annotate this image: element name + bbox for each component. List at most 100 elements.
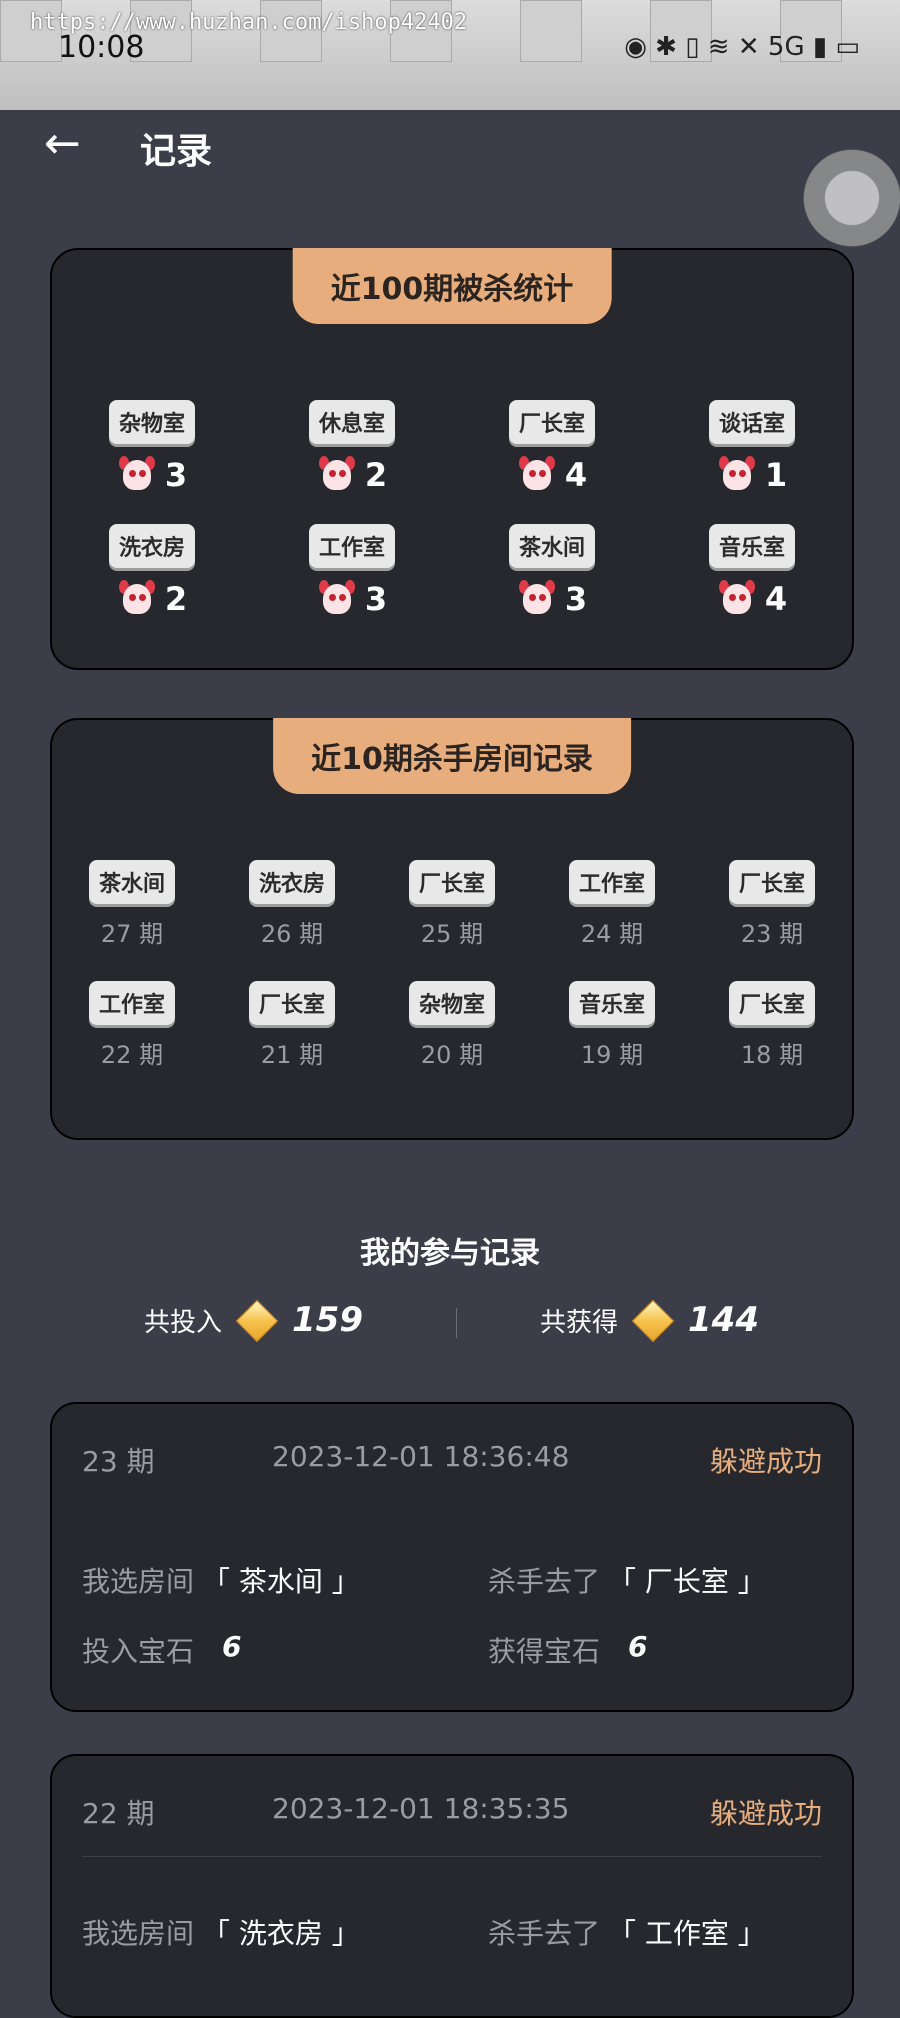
room-chip: 厂长室: [508, 400, 595, 444]
killer-room-item: 厂长室 18 期: [692, 981, 852, 1070]
earned-gems-label: 获得宝石: [488, 1635, 601, 1668]
killer-room-label: 杀手去了: [488, 1917, 601, 1950]
killer-room-value: 「 工作室 」: [608, 1917, 766, 1950]
status-time: 10:08: [58, 30, 145, 65]
room-chip: 洗衣房: [108, 524, 195, 568]
room-chip: 休息室: [308, 400, 395, 444]
invested-gems-value: 6: [222, 1630, 242, 1663]
page-title: 记录: [140, 131, 213, 172]
my-room-value: 「 茶水间 」: [202, 1565, 360, 1598]
killer-room-item: 厂长室 23 期: [692, 860, 852, 949]
plant-decoration-icon: [780, 120, 900, 250]
record-card[interactable]: 23 期 2023-12-01 18:36:48 躲避成功 我选房间 「 茶水间…: [50, 1402, 854, 1712]
skull-icon: [117, 456, 157, 494]
kill-stat-item: 音乐室 4: [652, 524, 852, 618]
record-result: 躲避成功: [709, 1445, 822, 1478]
record-result: 躲避成功: [709, 1797, 822, 1830]
room-chip: 厂长室: [248, 981, 335, 1025]
record-divider: [82, 1856, 822, 1857]
total-invested-label: 共投入: [144, 1307, 223, 1338]
kill-stats-title: 近100期被杀统计: [292, 248, 612, 324]
total-invested-value: 159: [292, 1300, 363, 1340]
totals-row: 共投入 159 共获得 144: [0, 1299, 900, 1350]
kill-stat-item: 谈话室 1: [652, 400, 852, 494]
skull-icon: [117, 580, 157, 618]
period-label: 27 期: [100, 920, 164, 948]
period-label: 19 期: [580, 1041, 644, 1069]
kill-stats-grid: 杂物室 3 休息室 2 厂长室 4 谈话室 1 洗衣房 2 工作室 3 茶水间 …: [52, 400, 852, 618]
my-room-label: 我选房间: [82, 1565, 195, 1598]
room-chip: 杂物室: [408, 981, 495, 1025]
killer-room-value: 「 厂长室 」: [608, 1565, 766, 1598]
room-chip: 杂物室: [108, 400, 195, 444]
killer-room-item: 茶水间 27 期: [52, 860, 212, 949]
earned-gems-value: 6: [628, 1630, 648, 1663]
record-time: 2023-12-01 18:35:35: [272, 1792, 570, 1825]
total-earned: 共获得 144: [540, 1299, 759, 1343]
killer-rooms-card: 近10期杀手房间记录 茶水间 27 期 洗衣房 26 期 厂长室 25 期 工作室 24…: [50, 718, 854, 1140]
room-chip: 茶水间: [508, 524, 595, 568]
my-records-title: 我的参与记录: [360, 1236, 540, 1271]
kill-stats-card: 近100期被杀统计 杂物室 3 休息室 2 厂长室 4 谈话室 1 洗衣房 2 …: [50, 248, 854, 670]
killer-room-item: 音乐室 19 期: [532, 981, 692, 1070]
kill-count: 4: [564, 456, 588, 494]
period-label: 26 期: [260, 920, 324, 948]
period-label: 23 期: [740, 920, 804, 948]
kill-stat-item: 厂长室 4: [452, 400, 652, 494]
room-chip: 厂长室: [728, 860, 815, 904]
skull-icon: [517, 456, 557, 494]
killer-rooms-title: 近10期杀手房间记录: [273, 718, 631, 794]
period-label: 21 期: [260, 1041, 324, 1069]
skull-icon: [317, 580, 357, 618]
room-chip: 洗衣房: [248, 860, 335, 904]
room-chip: 厂长室: [408, 860, 495, 904]
kill-stat-item: 工作室 3: [252, 524, 452, 618]
room-chip: 音乐室: [708, 524, 795, 568]
skull-icon: [717, 580, 757, 618]
skull-icon: [717, 456, 757, 494]
gem-icon: [235, 1299, 279, 1343]
period-label: 22 期: [100, 1041, 164, 1069]
killer-room-item: 厂长室 21 期: [212, 981, 372, 1070]
killer-room-item: 厂长室 25 期: [372, 860, 532, 949]
room-chip: 工作室: [308, 524, 395, 568]
watermark-url: https://www.huzhan.com/ishop42402: [30, 10, 468, 35]
period-label: 20 期: [420, 1041, 484, 1069]
total-invested: 共投入 159: [144, 1299, 363, 1343]
record-card[interactable]: 22 期 2023-12-01 18:35:35 躲避成功 我选房间 「 洗衣房…: [50, 1754, 854, 2018]
kill-stat-item: 茶水间 3: [452, 524, 652, 618]
record-time: 2023-12-01 18:36:48: [272, 1440, 570, 1473]
skull-icon: [317, 456, 357, 494]
killer-room-item: 洗衣房 26 期: [212, 860, 372, 949]
period-label: 18 期: [740, 1041, 804, 1069]
kill-count: 3: [364, 580, 388, 618]
record-period: 23 期: [82, 1445, 155, 1478]
total-earned-label: 共获得: [540, 1307, 619, 1338]
killer-rooms-grid: 茶水间 27 期 洗衣房 26 期 厂长室 25 期 工作室 24 期 厂长室 23 期 …: [52, 860, 852, 1070]
total-earned-value: 144: [688, 1300, 759, 1340]
totals-divider: [456, 1308, 457, 1338]
room-chip: 厂长室: [728, 981, 815, 1025]
kill-count: 3: [164, 456, 188, 494]
my-room-label: 我选房间: [82, 1917, 195, 1950]
kill-count: 4: [764, 580, 788, 618]
invested-gems-label: 投入宝石: [82, 1635, 195, 1668]
period-label: 25 期: [420, 920, 484, 948]
header-bar: [0, 110, 900, 190]
my-room-value: 「 洗衣房 」: [202, 1917, 360, 1950]
kill-stat-item: 洗衣房 2: [52, 524, 252, 618]
kill-count: 3: [564, 580, 588, 618]
back-arrow-icon[interactable]: ←: [44, 118, 81, 169]
killer-room-item: 工作室 22 期: [52, 981, 212, 1070]
skull-icon: [517, 580, 557, 618]
kill-count: 1: [764, 456, 788, 494]
record-period: 22 期: [82, 1797, 155, 1830]
killer-room-item: 杂物室 20 期: [372, 981, 532, 1070]
period-label: 24 期: [580, 920, 644, 948]
kill-stat-item: 杂物室 3: [52, 400, 252, 494]
kill-stat-item: 休息室 2: [252, 400, 452, 494]
status-icons: ◉ ✱ ▯ ≋ ✕ 5G ▮ ▭: [624, 32, 860, 62]
room-chip: 茶水间: [88, 860, 175, 904]
killer-room-label: 杀手去了: [488, 1565, 601, 1598]
room-chip: 谈话室: [708, 400, 795, 444]
